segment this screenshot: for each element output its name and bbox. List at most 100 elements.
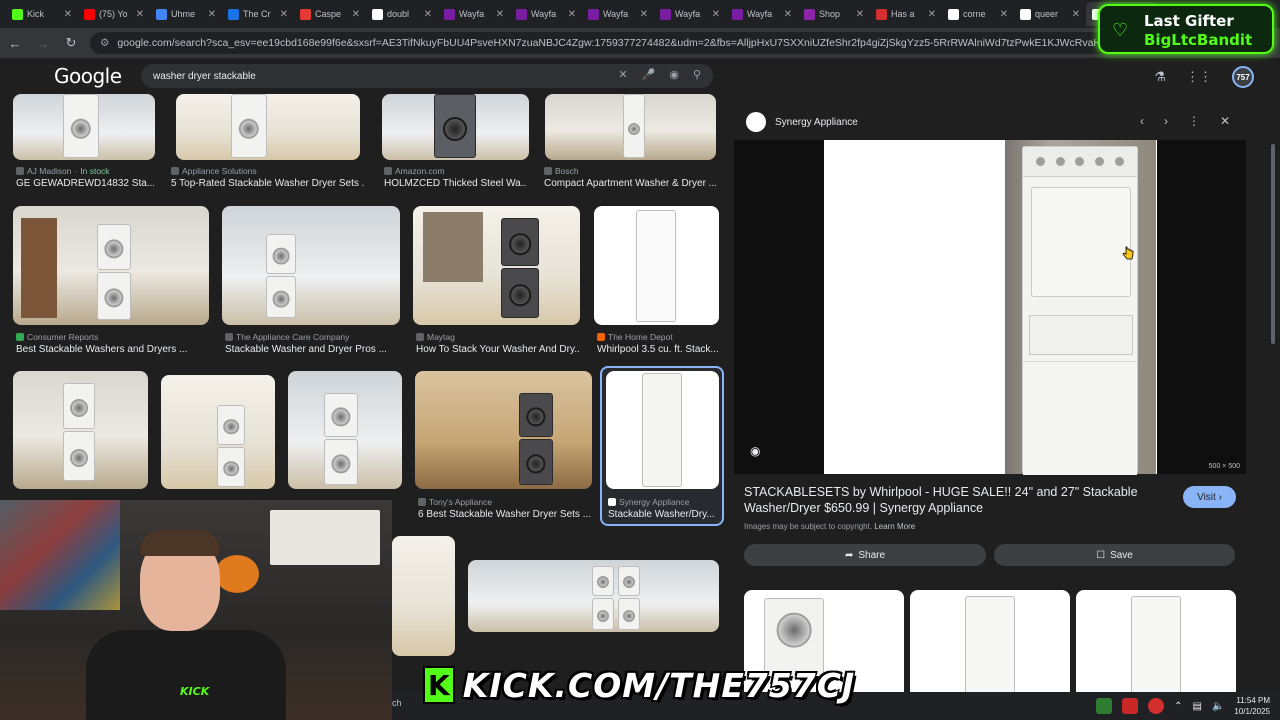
result-source[interactable]: AJ Madison · In stock — [16, 166, 110, 176]
previous-icon[interactable]: ‹ — [1140, 114, 1144, 128]
result-thumbnail[interactable] — [13, 206, 209, 325]
network-icon[interactable]: ▤ — [1193, 701, 1202, 712]
result-thumbnail[interactable] — [13, 371, 148, 489]
result-source[interactable]: Amazon.com — [384, 166, 445, 176]
browser-tab[interactable]: Shop ✕ — [798, 2, 870, 26]
back-icon[interactable]: ← — [6, 34, 24, 52]
result-source[interactable]: Consumer Reports — [16, 332, 98, 342]
browser-tab[interactable]: The Cr ✕ — [222, 2, 294, 26]
visit-button[interactable]: Visit › — [1183, 486, 1236, 508]
tab-close-icon[interactable]: ✕ — [928, 9, 936, 20]
result-thumbnail[interactable] — [382, 94, 529, 160]
result-thumbnail[interactable] — [288, 371, 402, 489]
result-source[interactable]: Maytag — [416, 332, 455, 342]
result-thumbnail[interactable] — [545, 94, 716, 160]
volume-icon[interactable]: 🔈 — [1212, 701, 1224, 712]
tab-close-icon[interactable]: ✕ — [856, 9, 864, 20]
tab-close-icon[interactable]: ✕ — [208, 9, 216, 20]
result-source[interactable]: Appliance Solutions — [171, 166, 257, 176]
record-icon[interactable] — [1148, 698, 1165, 714]
preview-image[interactable] — [824, 140, 1157, 475]
apps-grid-icon[interactable]: ⋮⋮ — [1186, 69, 1212, 85]
browser-tab[interactable]: corne ✕ — [942, 2, 1014, 26]
excel-icon[interactable] — [1096, 698, 1113, 714]
app-icon[interactable] — [1122, 698, 1139, 714]
result-thumbnail[interactable] — [161, 375, 275, 489]
image-preview[interactable]: ◉ 500 × 500 — [734, 140, 1246, 475]
result-thumbnail[interactable] — [468, 560, 719, 632]
reload-icon[interactable]: ↻ — [62, 34, 80, 52]
result-caption[interactable]: Whirlpool 3.5 cu. ft. Stack... — [597, 344, 719, 355]
browser-tab[interactable]: (75) Yo ✕ — [78, 2, 150, 26]
browser-tab[interactable]: Wayfa ✕ — [510, 2, 582, 26]
tab-close-icon[interactable]: ✕ — [712, 9, 720, 20]
result-caption[interactable]: HOLMZCED Thicked Steel Wa... — [384, 178, 527, 189]
result-thumbnail[interactable] — [594, 206, 719, 325]
tab-close-icon[interactable]: ✕ — [136, 9, 144, 20]
result-caption[interactable]: 5 Top-Rated Stackable Washer Dryer Sets … — [171, 178, 365, 189]
result-thumbnail[interactable] — [222, 206, 400, 325]
search-box[interactable]: washer dryer stackable ✕ 🎤 ◉ ⚲ — [141, 64, 713, 88]
tab-close-icon[interactable]: ✕ — [280, 9, 288, 20]
site-info-icon[interactable]: ⚙ — [100, 37, 109, 49]
result-caption[interactable]: Compact Apartment Washer & Dryer ... — [544, 178, 716, 189]
search-query[interactable]: washer dryer stackable — [153, 71, 256, 82]
learn-more-link[interactable]: Learn More — [874, 522, 915, 531]
browser-tab[interactable]: doubl ✕ — [366, 2, 438, 26]
tab-close-icon[interactable]: ✕ — [1072, 9, 1080, 20]
next-icon[interactable]: › — [1164, 114, 1168, 128]
tab-close-icon[interactable]: ✕ — [640, 9, 648, 20]
close-icon[interactable]: ✕ — [1220, 114, 1230, 128]
account-avatar[interactable]: 757 — [1232, 66, 1254, 88]
google-lens-icon[interactable]: ◉ — [750, 444, 760, 458]
browser-tab[interactable]: Wayfa ✕ — [582, 2, 654, 26]
tab-close-icon[interactable]: ✕ — [496, 9, 504, 20]
result-thumbnail[interactable] — [415, 371, 592, 489]
result-thumbnail[interactable] — [413, 206, 580, 325]
forward-icon[interactable]: → — [34, 34, 52, 52]
labs-flask-icon[interactable]: ⚗ — [1154, 69, 1166, 85]
page-scrollbar[interactable] — [1270, 94, 1276, 674]
result-caption[interactable]: How To Stack Your Washer And Dry... — [416, 344, 580, 355]
tab-close-icon[interactable]: ✕ — [64, 9, 72, 20]
taskbar-search[interactable]: ch — [392, 698, 402, 708]
tab-close-icon[interactable]: ✕ — [352, 9, 360, 20]
result-thumbnail[interactable] — [606, 371, 719, 489]
save-button[interactable]: ☐ Save — [994, 544, 1235, 566]
clock[interactable]: 11:54 PM 10/1/2025 — [1234, 695, 1270, 717]
browser-tab[interactable]: Wayfa ✕ — [438, 2, 510, 26]
browser-tab[interactable]: Caspe ✕ — [294, 2, 366, 26]
microphone-icon[interactable]: 🎤 — [642, 68, 656, 81]
result-caption[interactable]: Stackable Washer/Dry... — [608, 509, 720, 520]
chevron-up-icon[interactable]: ⌃ — [1174, 701, 1182, 712]
result-source[interactable]: Bosch — [544, 166, 579, 176]
result-source[interactable]: Tony's Appliance — [418, 497, 492, 507]
tab-close-icon[interactable]: ✕ — [784, 9, 792, 20]
result-caption[interactable]: GE GEWADREWD14832 Sta... — [16, 178, 154, 189]
clear-icon[interactable]: ✕ — [618, 68, 627, 81]
browser-tab[interactable]: Uhme ✕ — [150, 2, 222, 26]
search-icon[interactable]: ⚲ — [693, 68, 701, 81]
browser-tab[interactable]: Has a ✕ — [870, 2, 942, 26]
more-options-icon[interactable]: ⋮ — [1188, 114, 1200, 128]
browser-tab[interactable]: Wayfa ✕ — [654, 2, 726, 26]
tab-close-icon[interactable]: ✕ — [424, 9, 432, 20]
result-thumbnail[interactable] — [13, 94, 155, 160]
site-name[interactable]: Synergy Appliance — [775, 117, 858, 128]
lens-icon[interactable]: ◉ — [669, 68, 679, 81]
result-source[interactable]: The Home Depot — [597, 332, 673, 342]
browser-tab[interactable]: queer ✕ — [1014, 2, 1086, 26]
result-caption[interactable]: 6 Best Stackable Washer Dryer Sets ... — [418, 509, 592, 520]
browser-tab[interactable]: Kick ✕ — [6, 2, 78, 26]
tab-close-icon[interactable]: ✕ — [568, 9, 576, 20]
image-title[interactable]: STACKABLESETS by Whirlpool - HUGE SALE!!… — [744, 484, 1164, 516]
browser-tab[interactable]: Wayfa ✕ — [726, 2, 798, 26]
result-thumbnail[interactable] — [176, 94, 360, 160]
result-thumbnail[interactable] — [392, 536, 455, 656]
address-bar[interactable]: ⚙ google.com/search?sca_esv=ee19cbd168e9… — [90, 32, 1246, 54]
result-source[interactable]: The Appliance Care Company — [225, 332, 349, 342]
result-source[interactable]: Synergy Appliance — [608, 497, 689, 507]
share-button[interactable]: ➦ Share — [744, 544, 986, 566]
google-logo[interactable]: Google — [54, 64, 122, 88]
result-caption[interactable]: Best Stackable Washers and Dryers ... — [16, 344, 208, 355]
